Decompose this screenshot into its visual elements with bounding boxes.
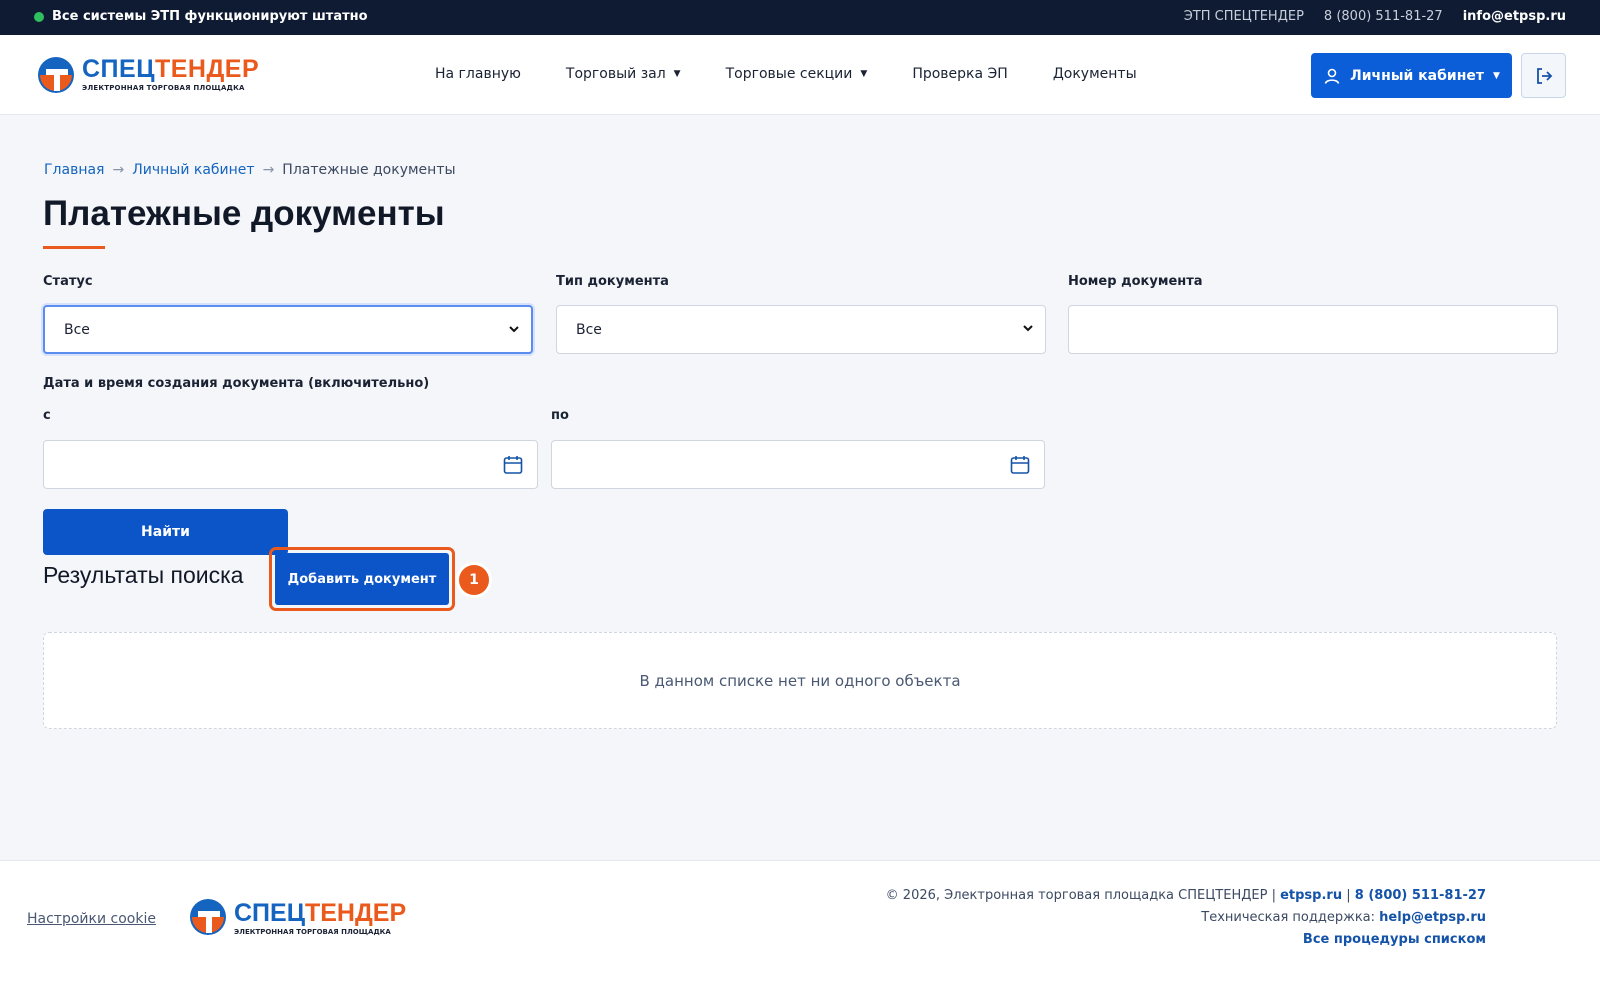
system-status: Все системы ЭТП функционируют штатно xyxy=(34,9,368,24)
footer-logo[interactable]: СПЕЦТЕНДЕР ЭЛЕКТРОННАЯ ТОРГОВАЯ ПЛОЩАДКА xyxy=(188,897,428,941)
top-contacts: ЭТП СПЕЦТЕНДЕР 8 (800) 511-81-27 info@et… xyxy=(1184,9,1566,24)
top-phone[interactable]: 8 (800) 511-81-27 xyxy=(1324,9,1443,24)
all-procedures-link[interactable]: Все процедуры списком xyxy=(1303,932,1486,947)
doc-number-label: Номер документа xyxy=(1068,274,1203,289)
cookie-settings-link[interactable]: Настройки cookie xyxy=(27,911,156,927)
arrow-right-icon: → xyxy=(112,162,125,178)
footer-copyright: © 2026, Электронная торговая площадка СП… xyxy=(885,888,1276,903)
breadcrumb-current: Платежные документы xyxy=(282,162,456,178)
footer-info: © 2026, Электронная торговая площадка СП… xyxy=(886,885,1486,951)
status-select-value: Все xyxy=(64,321,90,338)
date-from-label: с xyxy=(43,408,51,423)
title-underline xyxy=(43,246,105,249)
logo-emblem-icon xyxy=(190,899,226,935)
footer-support-email[interactable]: help@etpsp.ru xyxy=(1379,910,1486,925)
date-to-label: по xyxy=(551,408,569,423)
breadcrumb-home[interactable]: Главная xyxy=(44,162,104,178)
caret-down-icon: ▼ xyxy=(673,69,681,79)
status-label: Статус xyxy=(43,274,93,289)
main-nav: На главную Торговый зал ▼ Торговые секции… xyxy=(435,66,1137,82)
caret-down-icon: ▼ xyxy=(860,69,868,79)
date-range-label: Дата и время создания документа (включит… xyxy=(43,376,430,391)
empty-results: В данном списке нет ни одного объекта xyxy=(43,632,1557,729)
site-footer: Настройки cookie СПЕЦТЕНДЕР ЭЛЕКТРОННАЯ … xyxy=(0,860,1600,1000)
status-select[interactable]: Все xyxy=(43,305,533,354)
empty-results-text: В данном списке нет ни одного объекта xyxy=(639,671,961,690)
logout-icon xyxy=(1536,67,1552,84)
doc-type-select[interactable]: Все xyxy=(556,305,1046,354)
footer-support-label: Техническая поддержка: xyxy=(1201,910,1376,925)
add-document-button[interactable]: Добавить документ xyxy=(275,553,449,605)
add-document-highlight: Добавить документ xyxy=(269,547,455,611)
doc-type-label: Тип документа xyxy=(556,274,669,289)
footer-support-line: Техническая поддержка: help@etpsp.ru xyxy=(886,907,1486,929)
system-status-text: Все системы ЭТП функционируют штатно xyxy=(52,9,368,24)
chevron-down-icon xyxy=(509,326,519,333)
site-logo[interactable]: СПЕЦТЕНДЕР ЭЛЕКТРОННАЯ ТОРГОВАЯ ПЛОЩАДКА xyxy=(36,55,266,95)
breadcrumb: Главная → Личный кабинет → Платежные док… xyxy=(44,162,456,178)
nav-item-home[interactable]: На главную xyxy=(435,66,521,82)
doc-type-select-value: Все xyxy=(576,321,602,338)
results-title: Результаты поиска xyxy=(43,562,244,588)
footer-logo-text: СПЕЦТЕНДЕР xyxy=(234,899,407,927)
date-from-input[interactable] xyxy=(43,440,538,489)
footer-phone-link[interactable]: 8 (800) 511-81-27 xyxy=(1355,888,1486,903)
date-to-input[interactable] xyxy=(551,440,1045,489)
logo-tagline: ЭЛЕКТРОННАЯ ТОРГОВАЯ ПЛОЩАДКА xyxy=(82,84,245,92)
footer-logo-tagline: ЭЛЕКТРОННАЯ ТОРГОВАЯ ПЛОЩАДКА xyxy=(234,928,391,936)
calendar-icon[interactable] xyxy=(1009,454,1031,476)
site-header: СПЕЦТЕНДЕР ЭЛЕКТРОННАЯ ТОРГОВАЯ ПЛОЩАДКА… xyxy=(0,35,1600,115)
find-button[interactable]: Найти xyxy=(43,509,288,555)
page-title: Платежные документы xyxy=(43,194,445,233)
calendar-icon[interactable] xyxy=(502,454,524,476)
chevron-down-icon xyxy=(1023,325,1033,332)
nav-item-trading-sections[interactable]: Торговые секции ▼ xyxy=(726,66,868,82)
personal-cabinet-button[interactable]: Личный кабинет ▼ xyxy=(1311,53,1512,98)
nav-item-documents[interactable]: Документы xyxy=(1053,66,1137,82)
personal-cabinet-label: Личный кабинет xyxy=(1350,67,1484,84)
status-ok-indicator xyxy=(34,11,44,22)
top-status-bar: Все системы ЭТП функционируют штатно ЭТП… xyxy=(0,0,1600,35)
nav-item-signature-check[interactable]: Проверка ЭП xyxy=(912,66,1008,82)
top-brand: ЭТП СПЕЦТЕНДЕР xyxy=(1183,9,1304,24)
logo-emblem-icon xyxy=(38,57,74,93)
nav-item-trading-hall[interactable]: Торговый зал ▼ xyxy=(566,66,681,82)
logo-text: СПЕЦТЕНДЕР xyxy=(82,55,260,83)
doc-number-input[interactable] xyxy=(1068,305,1558,354)
breadcrumb-cabinet[interactable]: Личный кабинет xyxy=(132,162,254,178)
logout-button[interactable] xyxy=(1521,53,1566,98)
footer-separator: | xyxy=(1346,888,1351,903)
user-icon xyxy=(1324,68,1340,84)
step-marker-badge: 1 xyxy=(459,565,489,595)
top-email[interactable]: info@etpsp.ru xyxy=(1463,9,1566,24)
arrow-right-icon: → xyxy=(262,162,275,178)
footer-copyright-line: © 2026, Электронная торговая площадка СП… xyxy=(886,885,1486,907)
footer-site-link[interactable]: etpsp.ru xyxy=(1280,888,1342,903)
caret-down-icon: ▼ xyxy=(1492,70,1500,81)
